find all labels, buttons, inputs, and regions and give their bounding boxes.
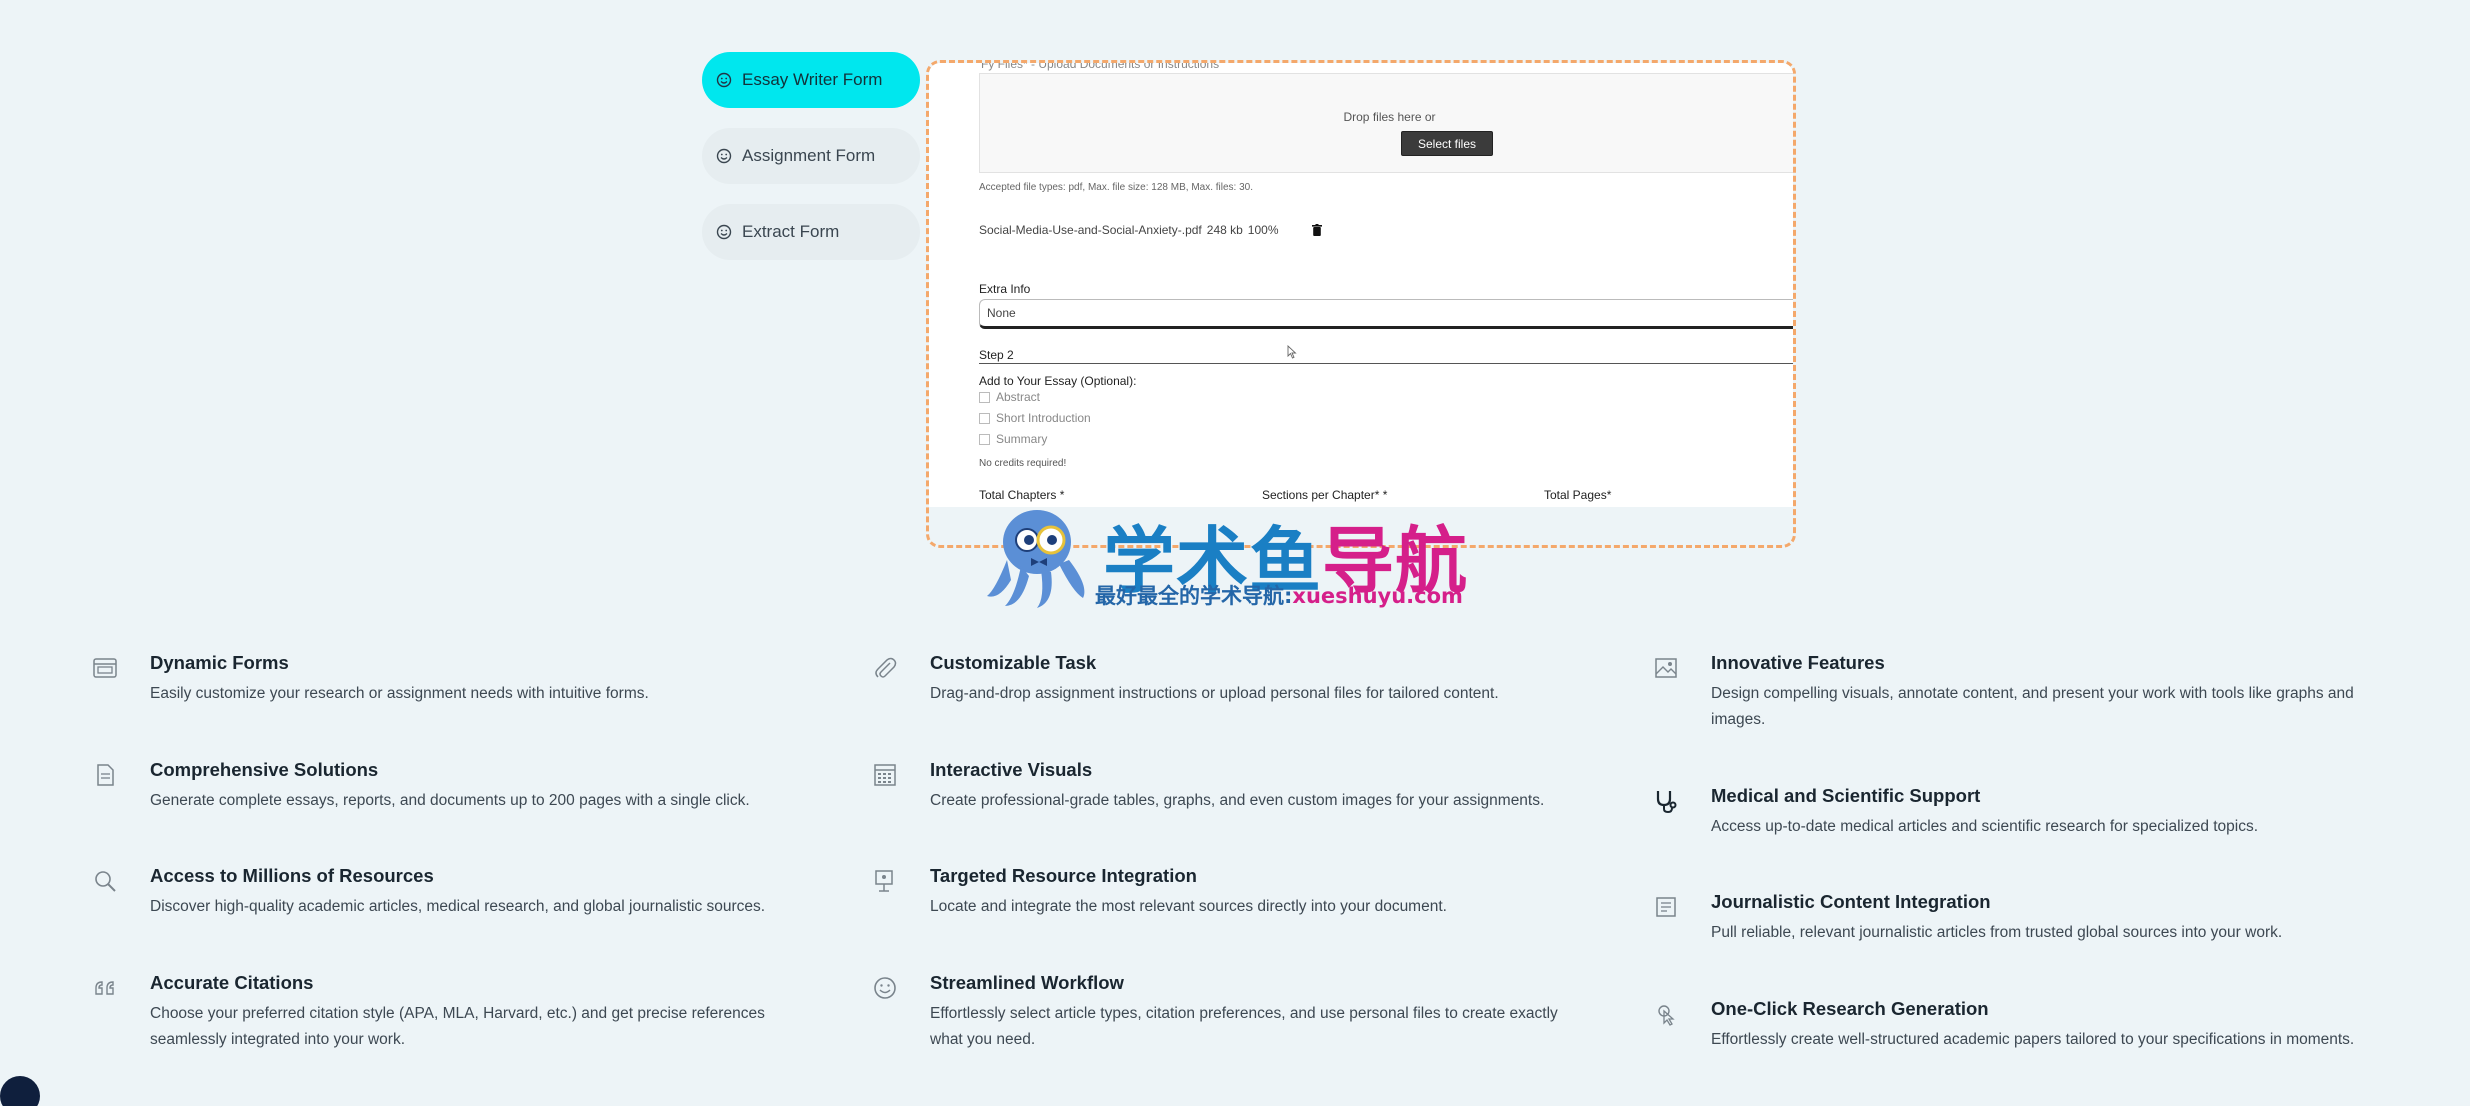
extra-info-value: None: [987, 306, 1016, 320]
feature-title: Access to Millions of Resources: [150, 865, 434, 886]
checkbox-label: Short Introduction: [996, 411, 1091, 425]
feature-customizable-task: Customizable Task Drag-and-drop assignme…: [872, 651, 1592, 707]
feature-description: Choose your preferred citation style (AP…: [150, 1005, 765, 1048]
paperclip-icon: [872, 655, 898, 681]
feature-title: Interactive Visuals: [930, 759, 1093, 780]
feature-description: Drag-and-drop assignment instructions or…: [930, 685, 1499, 702]
feature-title: Comprehensive Solutions: [150, 759, 379, 780]
feature-title: Accurate Citations: [150, 972, 314, 993]
checkbox-box[interactable]: [979, 412, 990, 424]
feature-title: Streamlined Workflow: [930, 972, 1124, 993]
upload-label-cut: Fy Files* - Upload Documents or Instruct…: [981, 60, 1220, 71]
file-dropzone[interactable]: Drop files here or Select files: [979, 73, 1793, 173]
accessibility-widget-button[interactable]: [0, 1076, 40, 1106]
feature-title: Journalistic Content Integration: [1711, 891, 1991, 912]
tab-label: Assignment Form: [742, 146, 876, 165]
feature-comprehensive-solutions: Comprehensive Solutions Generate complet…: [92, 758, 812, 814]
form-icon: [92, 655, 118, 681]
feature-medical-scientific-support: Medical and Scientific Support Access up…: [1653, 784, 2373, 840]
feature-description: Design compelling visuals, annotate cont…: [1711, 685, 2354, 728]
mouse-cursor-icon: [1287, 344, 1297, 359]
smile-icon: [872, 975, 898, 1001]
file-name: Social-Media-Use-and-Social-Anxiety-.pdf: [979, 223, 1202, 237]
step-2-heading: Step 2: [979, 348, 1014, 362]
feature-dynamic-forms: Dynamic Forms Easily customize your rese…: [92, 651, 812, 707]
octopus-mascot-icon: [987, 510, 1085, 608]
checkbox-box[interactable]: [979, 391, 990, 403]
feature-description: Locate and integrate the most relevant s…: [930, 898, 1447, 915]
uploaded-file-row: Social-Media-Use-and-Social-Anxiety-.pdf…: [979, 223, 1327, 237]
feature-description: Pull reliable, relevant journalistic art…: [1711, 924, 2283, 941]
feature-description: Generate complete essays, reports, and d…: [150, 792, 750, 809]
trash-icon[interactable]: [1311, 224, 1322, 236]
search-icon: [92, 868, 118, 894]
feature-title: Dynamic Forms: [150, 652, 289, 673]
quote-icon: [92, 975, 118, 1001]
total-pages-label: Total Pages*: [1544, 488, 1612, 502]
feature-title: Targeted Resource Integration: [930, 865, 1197, 886]
smiley-icon: [716, 72, 732, 88]
select-files-button[interactable]: Select files: [1401, 131, 1493, 156]
checkbox-summary[interactable]: Summary: [979, 432, 1047, 446]
feature-description: Easily customize your research or assign…: [150, 685, 649, 702]
tab-essay-writer-form[interactable]: Essay Writer Form: [702, 52, 920, 108]
checkbox-abstract[interactable]: Abstract: [979, 390, 1040, 404]
no-credits-note: No credits required!: [979, 458, 1067, 469]
feature-journalistic-content-integration: Journalistic Content Integration Pull re…: [1653, 890, 2373, 946]
file-size: 248 kb: [1206, 223, 1243, 237]
extra-info-field[interactable]: None: [979, 299, 1793, 329]
click-icon: [1653, 1001, 1679, 1027]
feature-description: Discover high-quality academic articles,…: [150, 898, 766, 915]
form-preview-frame: Fy Files* - Upload Documents or Instruct…: [926, 60, 1796, 548]
watermark-logo: 学术鱼导航 最好最全的学术导航:xueshuyu.com: [985, 500, 1485, 610]
drop-text: Drop files here or: [1343, 110, 1436, 124]
extra-info-label: Extra Info: [979, 282, 1031, 296]
feature-one-click-research-generation: One-Click Research Generation Effortless…: [1653, 997, 2373, 1053]
checkbox-label: Abstract: [996, 390, 1041, 404]
watermark-subtitle: 最好最全的学术导航:xueshuyu.com: [1095, 584, 1463, 608]
feature-description: Effortlessly create well-structured acad…: [1711, 1031, 2355, 1048]
add-to-essay-label: Add to Your Essay (Optional):: [979, 374, 1137, 388]
tab-extract-form[interactable]: Extract Form: [702, 204, 920, 260]
calculator-icon: [872, 762, 898, 788]
file-progress: 100%: [1247, 223, 1279, 237]
feature-accurate-citations: Accurate Citations Choose your preferred…: [92, 971, 812, 1053]
checkbox-label: Summary: [996, 432, 1048, 446]
feature-access-millions-resources: Access to Millions of Resources Discover…: [92, 864, 812, 920]
newspaper-icon: [1653, 894, 1679, 920]
feature-title: Innovative Features: [1711, 652, 1885, 673]
document-icon: [92, 762, 118, 788]
feature-targeted-resource-integration: Targeted Resource Integration Locate and…: [872, 864, 1592, 920]
accepted-file-types: Accepted file types: pdf, Max. file size…: [979, 182, 1254, 193]
smiley-icon: [716, 148, 732, 164]
tab-label: Extract Form: [742, 222, 840, 241]
tab-assignment-form[interactable]: Assignment Form: [702, 128, 920, 184]
tab-label: Essay Writer Form: [742, 70, 883, 89]
feature-description: Effortlessly select article types, citat…: [930, 1005, 1558, 1048]
presentation-icon: [872, 868, 898, 894]
feature-interactive-visuals: Interactive Visuals Create professional-…: [872, 758, 1592, 814]
feature-innovative-features: Innovative Features Design compelling vi…: [1653, 651, 2373, 733]
essay-form: Fy Files* - Upload Documents or Instruct…: [929, 63, 1793, 507]
image-icon: [1653, 655, 1679, 681]
checkbox-short-introduction[interactable]: Short Introduction: [979, 411, 1091, 425]
checkbox-box[interactable]: [979, 433, 990, 445]
smiley-icon: [716, 224, 732, 240]
feature-title: Customizable Task: [930, 652, 1097, 673]
form-tabs: Essay Writer Form Assignment Form Extrac…: [702, 52, 920, 280]
stethoscope-icon: [1653, 788, 1679, 814]
feature-description: Create professional-grade tables, graphs…: [930, 792, 1545, 809]
feature-streamlined-workflow: Streamlined Workflow Effortlessly select…: [872, 971, 1592, 1053]
step-divider: [979, 363, 1793, 364]
feature-description: Access up-to-date medical articles and s…: [1711, 818, 2259, 835]
feature-title: One-Click Research Generation: [1711, 998, 1989, 1019]
feature-title: Medical and Scientific Support: [1711, 785, 1981, 806]
